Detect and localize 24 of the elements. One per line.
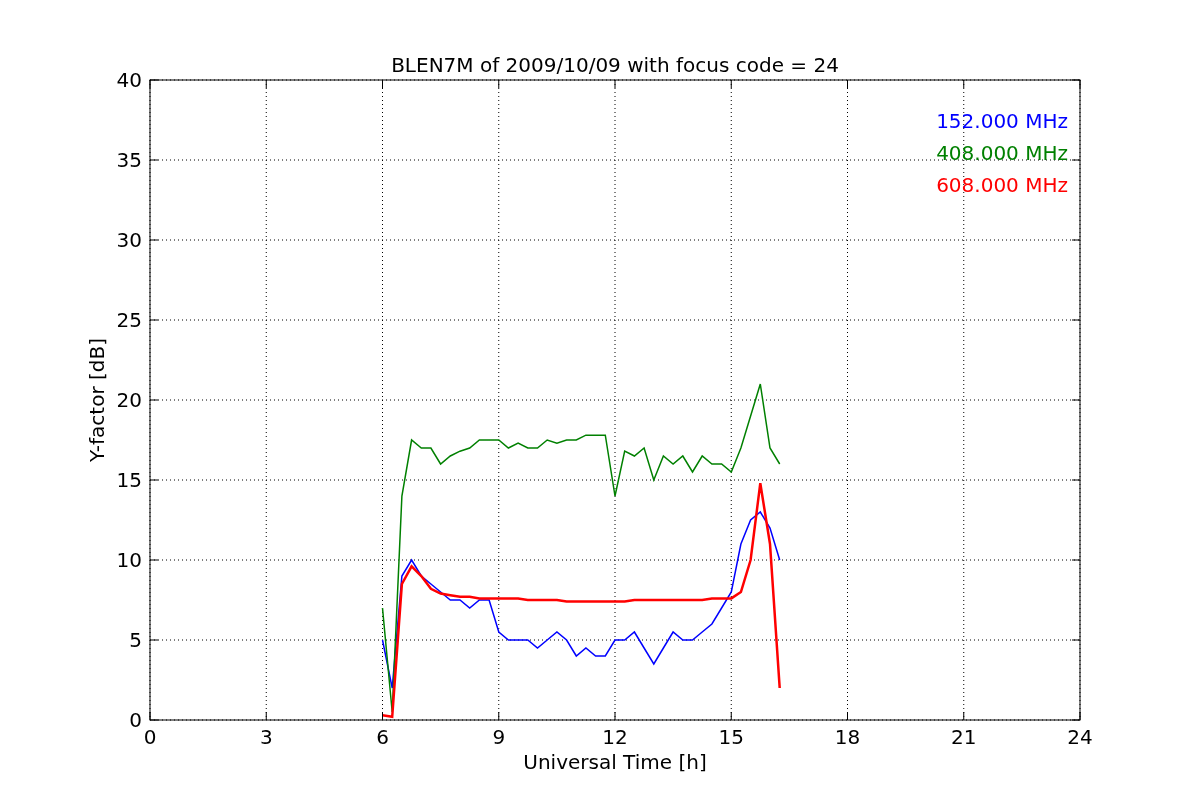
y-tick-label: 35 [116, 148, 142, 172]
y-tick-label: 10 [116, 548, 142, 572]
y-tick-label: 20 [116, 388, 142, 412]
legend-label: 408.000 MHz [936, 141, 1068, 165]
x-tick-label: 0 [143, 725, 157, 749]
y-axis-label: Y-factor [dB] [85, 338, 109, 462]
x-tick-label: 18 [834, 725, 861, 749]
y-tick-label: 0 [129, 708, 142, 732]
x-tick-label: 24 [1067, 725, 1093, 749]
x-tick-label: 6 [376, 725, 389, 749]
x-tick-label: 12 [602, 725, 628, 749]
legend-label: 152.000 MHz [936, 109, 1068, 133]
y-tick-label: 40 [116, 68, 142, 92]
y-tick-label: 15 [116, 468, 142, 492]
x-axis-label: Universal Time [h] [523, 750, 707, 774]
chart-title: BLEN7M of 2009/10/09 with focus code = 24 [391, 53, 839, 77]
y-tick-label: 25 [116, 308, 142, 332]
y-tick-label: 5 [129, 628, 142, 652]
x-tick-label: 21 [951, 725, 977, 749]
x-tick-label: 9 [492, 725, 506, 749]
y-tick-label: 30 [116, 228, 142, 252]
x-tick-label: 15 [718, 725, 744, 749]
x-tick-label: 3 [259, 725, 273, 749]
legend-label: 608.000 MHz [936, 173, 1068, 197]
